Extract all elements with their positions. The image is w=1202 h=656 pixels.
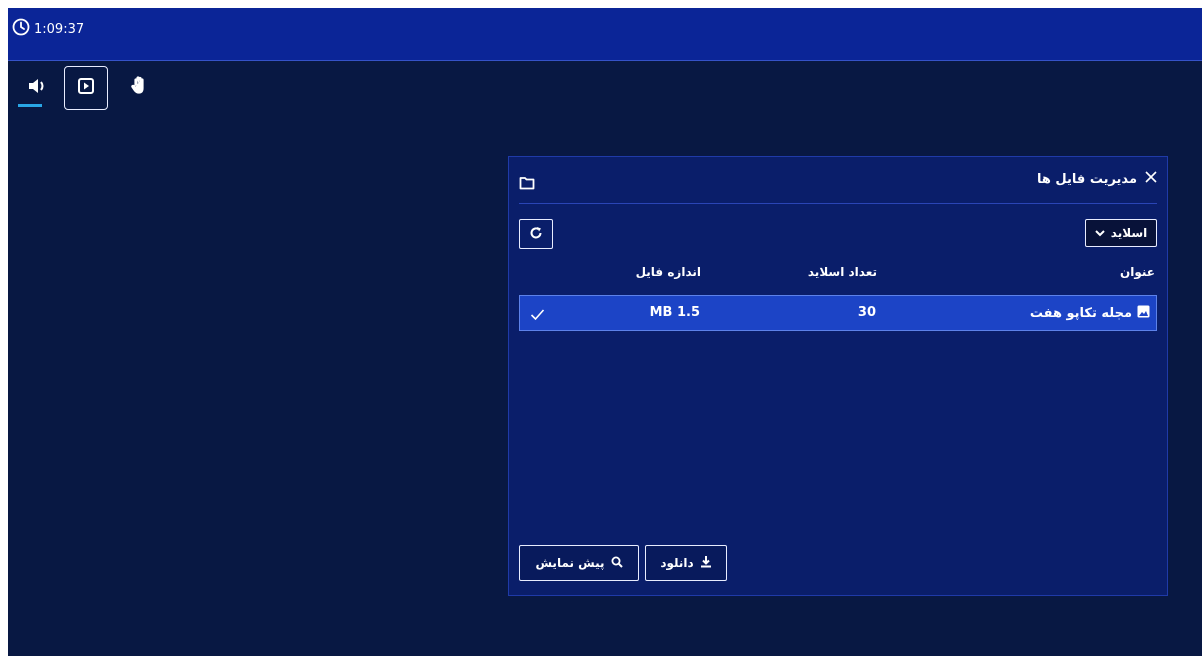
clock-icon bbox=[12, 18, 30, 40]
session-timer: 1:09:37 bbox=[12, 18, 84, 40]
panel-header: مدیریت فایل ها bbox=[519, 171, 1157, 204]
app-window: 1:09:37 مدیریت فایل ها اسلاید عنوان تعدا… bbox=[8, 8, 1202, 656]
column-header-title[interactable]: عنوان bbox=[1120, 265, 1155, 279]
presentation-icon bbox=[77, 77, 95, 99]
column-header-slide-count[interactable]: تعداد اسلاید bbox=[808, 265, 877, 279]
folder-icon bbox=[519, 175, 535, 194]
row-title: مجله تکاپو هفت bbox=[1029, 306, 1132, 321]
download-label: دانلود bbox=[660, 556, 694, 570]
timer-text: 1:09:37 bbox=[34, 21, 85, 37]
file-type-value: اسلاید bbox=[1110, 226, 1148, 240]
preview-button[interactable]: پیش نمایش bbox=[519, 545, 639, 581]
raise-hand-button[interactable] bbox=[118, 66, 162, 110]
speaker-icon bbox=[27, 77, 49, 99]
refresh-icon bbox=[529, 225, 543, 244]
panel-title-group: مدیریت فایل ها bbox=[1037, 171, 1157, 187]
refresh-button[interactable] bbox=[519, 219, 553, 249]
presentation-button[interactable] bbox=[64, 66, 108, 110]
column-header-file-size[interactable]: اندازه فایل bbox=[636, 265, 701, 279]
checkmark-icon bbox=[530, 306, 545, 325]
file-type-select[interactable]: اسلاید bbox=[1085, 219, 1157, 247]
file-manager-panel: مدیریت فایل ها اسلاید عنوان تعداد اسلاید… bbox=[508, 156, 1168, 596]
row-slide-count: 30 bbox=[857, 305, 876, 320]
panel-title: مدیریت فایل ها bbox=[1037, 171, 1137, 187]
download-button[interactable]: دانلود bbox=[645, 545, 727, 581]
table-row[interactable]: مجله تکاپو هفت 30 1.5 MB bbox=[519, 295, 1157, 331]
image-file-icon bbox=[1137, 305, 1150, 322]
magnifier-icon bbox=[611, 556, 623, 571]
chevron-down-icon bbox=[1095, 226, 1105, 240]
preview-label: پیش نمایش bbox=[535, 556, 605, 570]
close-icon[interactable] bbox=[1145, 171, 1157, 187]
audio-active-indicator bbox=[18, 104, 42, 107]
download-icon bbox=[700, 555, 712, 571]
top-bar: 1:09:37 bbox=[8, 8, 1202, 61]
audio-button[interactable] bbox=[16, 66, 60, 110]
row-title-cell: مجله تکاپو هفت bbox=[1030, 305, 1150, 322]
row-file-size: 1.5 MB bbox=[649, 305, 700, 320]
hand-raise-icon bbox=[129, 75, 151, 101]
